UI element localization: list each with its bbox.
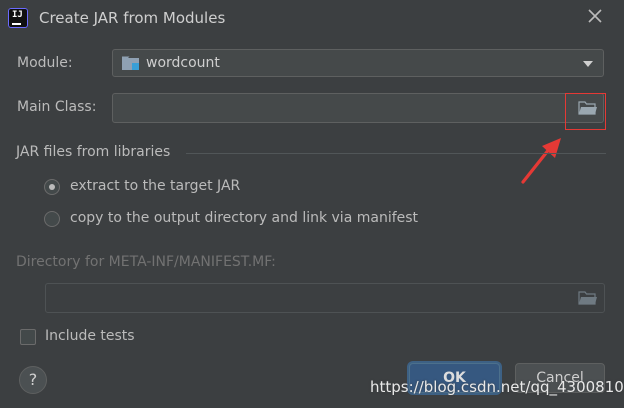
module-combobox[interactable]: wordcount xyxy=(112,49,604,77)
annotation-arrow xyxy=(521,138,561,184)
main-class-label: Main Class: xyxy=(17,99,97,115)
extract-option-label[interactable]: extract to the target JAR xyxy=(70,178,240,194)
app-logo-icon: IJ xyxy=(8,8,28,28)
close-icon[interactable] xyxy=(585,6,605,26)
main-class-field[interactable] xyxy=(112,93,604,123)
module-label: Module: xyxy=(17,55,73,71)
copy-option-label[interactable]: copy to the output directory and link vi… xyxy=(70,210,418,226)
libraries-section-header: JAR files from libraries xyxy=(16,144,171,160)
extract-radio[interactable] xyxy=(44,179,60,195)
include-tests-checkbox[interactable] xyxy=(20,329,36,345)
watermark-text: https://blog.csdn.net/qq_43008103 xyxy=(370,378,624,396)
dialog-title: Create JAR from Modules xyxy=(39,9,226,27)
manifest-dir-field[interactable] xyxy=(45,283,605,313)
help-button[interactable]: ? xyxy=(19,366,47,394)
title-bar: IJ Create JAR from Modules xyxy=(0,0,624,36)
copy-radio[interactable] xyxy=(44,211,60,227)
module-value: wordcount xyxy=(146,55,220,71)
manifest-dir-label: Directory for META-INF/MANIFEST.MF: xyxy=(16,254,276,270)
manifest-folder-browse-icon[interactable] xyxy=(578,290,598,306)
section-separator xyxy=(186,153,606,154)
module-folder-icon xyxy=(122,56,139,70)
dropdown-arrow-icon[interactable] xyxy=(583,61,593,67)
include-tests-label[interactable]: Include tests xyxy=(45,328,135,344)
annotation-highlight-box xyxy=(565,93,606,130)
